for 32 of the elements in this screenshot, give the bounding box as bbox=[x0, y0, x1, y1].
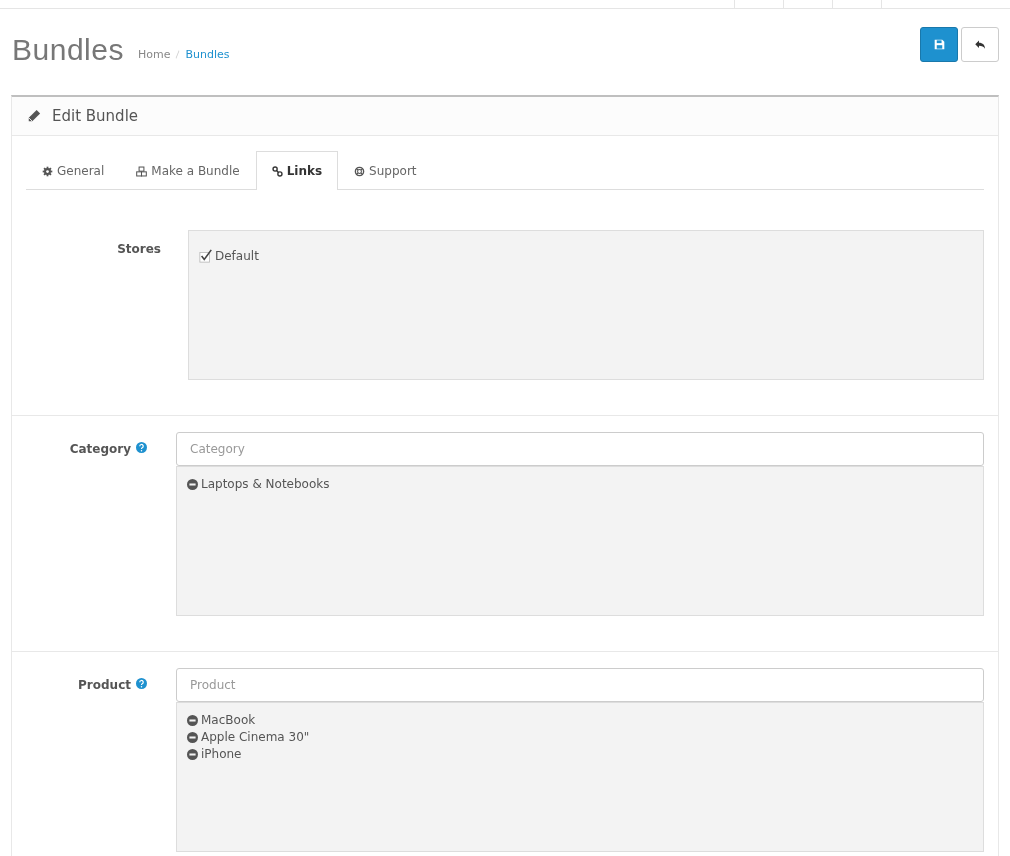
page-title: Bundles bbox=[12, 32, 124, 67]
gear-icon bbox=[42, 165, 53, 177]
list-item[interactable]: Apple Cinema 30" bbox=[187, 730, 973, 745]
breadcrumb-separator bbox=[175, 50, 181, 59]
autocomplete-field[interactable]: Category bbox=[176, 432, 984, 466]
minus-circle-icon bbox=[187, 749, 198, 760]
minus-circle-icon bbox=[187, 732, 198, 743]
list-item[interactable]: MacBook bbox=[187, 713, 973, 728]
list-item[interactable]: iPhone bbox=[187, 747, 973, 762]
tab[interactable]: Links bbox=[255, 151, 339, 190]
link-icon bbox=[271, 165, 283, 177]
breadcrumb-link[interactable]: Home bbox=[137, 48, 171, 61]
field-label: Stores bbox=[117, 242, 161, 258]
back-button[interactable] bbox=[961, 27, 999, 62]
life-ring-icon bbox=[354, 165, 366, 177]
tab[interactable]: Make a Bundle bbox=[120, 151, 256, 190]
list-item[interactable]: Laptops & Notebooks bbox=[187, 477, 973, 492]
breadcrumb-link[interactable]: Bundles bbox=[185, 48, 230, 61]
minus-circle-icon bbox=[187, 715, 198, 726]
save-button[interactable] bbox=[920, 27, 958, 62]
reply-arrow-icon bbox=[973, 38, 987, 51]
minus-circle-icon bbox=[187, 479, 198, 490]
field-label: Product bbox=[78, 678, 131, 694]
checkbox-icon bbox=[199, 249, 213, 263]
store-checkbox[interactable]: Default bbox=[199, 249, 973, 263]
tab[interactable]: General bbox=[26, 151, 121, 190]
autocomplete-field[interactable]: Product bbox=[176, 668, 984, 702]
tab[interactable]: Support bbox=[338, 151, 433, 190]
cubes-icon bbox=[136, 165, 148, 177]
field-label: Category bbox=[69, 442, 131, 458]
panel-title: Edit Bundle bbox=[52, 107, 139, 125]
pencil-icon bbox=[27, 109, 41, 123]
